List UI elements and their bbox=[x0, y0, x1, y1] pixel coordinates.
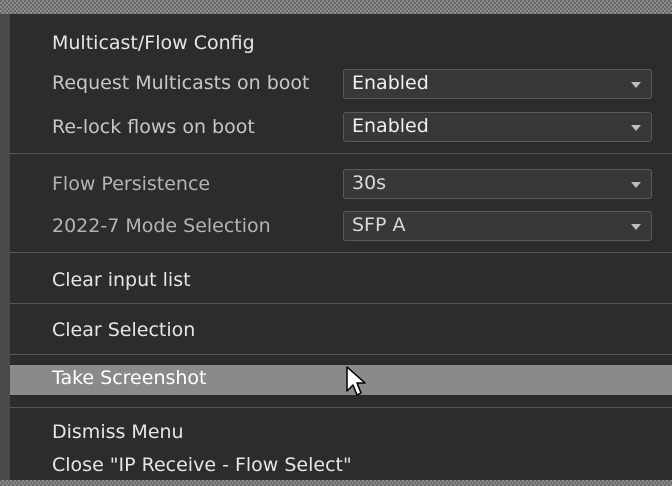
relock-flows-label: Re-lock flows on boot bbox=[52, 116, 255, 138]
menu-section-title: Multicast/Flow Config bbox=[52, 32, 255, 54]
mode-selection-value: SFP A bbox=[352, 214, 406, 236]
take-screenshot-label: Take Screenshot bbox=[52, 367, 207, 389]
mouse-pointer-icon bbox=[346, 366, 366, 396]
chevron-down-icon bbox=[631, 182, 641, 188]
dismiss-menu-item[interactable]: Dismiss Menu bbox=[52, 421, 184, 443]
window-top-border bbox=[0, 0, 672, 14]
flow-persistence-value: 30s bbox=[352, 172, 387, 194]
mode-selection-label: 2022-7 Mode Selection bbox=[52, 215, 271, 237]
menu-divider bbox=[10, 252, 672, 253]
flow-persistence-label: Flow Persistence bbox=[52, 173, 211, 195]
chevron-down-icon bbox=[631, 125, 641, 131]
clear-selection-item[interactable]: Clear Selection bbox=[52, 319, 195, 341]
mode-selection-dropdown[interactable]: SFP A bbox=[343, 211, 652, 241]
request-multicasts-value: Enabled bbox=[352, 72, 429, 94]
window-left-border bbox=[0, 14, 10, 486]
menu-divider bbox=[10, 354, 672, 355]
window-bottom-border bbox=[0, 480, 672, 486]
menu-divider bbox=[10, 407, 672, 408]
close-window-item[interactable]: Close "IP Receive - Flow Select" bbox=[52, 454, 352, 476]
chevron-down-icon bbox=[631, 82, 641, 88]
request-multicasts-label: Request Multicasts on boot bbox=[52, 72, 310, 94]
flow-persistence-dropdown[interactable]: 30s bbox=[343, 169, 652, 199]
request-multicasts-dropdown[interactable]: Enabled bbox=[343, 69, 652, 99]
context-menu: Multicast/Flow Config Request Multicasts… bbox=[10, 14, 672, 480]
clear-input-list-item[interactable]: Clear input list bbox=[52, 269, 191, 291]
chevron-down-icon bbox=[631, 224, 641, 230]
relock-flows-value: Enabled bbox=[352, 115, 429, 137]
relock-flows-dropdown[interactable]: Enabled bbox=[343, 112, 652, 142]
menu-divider bbox=[10, 153, 672, 154]
screen: Multicast/Flow Config Request Multicasts… bbox=[0, 0, 672, 486]
menu-divider bbox=[10, 303, 672, 304]
take-screenshot-item[interactable]: Take Screenshot bbox=[10, 365, 672, 395]
